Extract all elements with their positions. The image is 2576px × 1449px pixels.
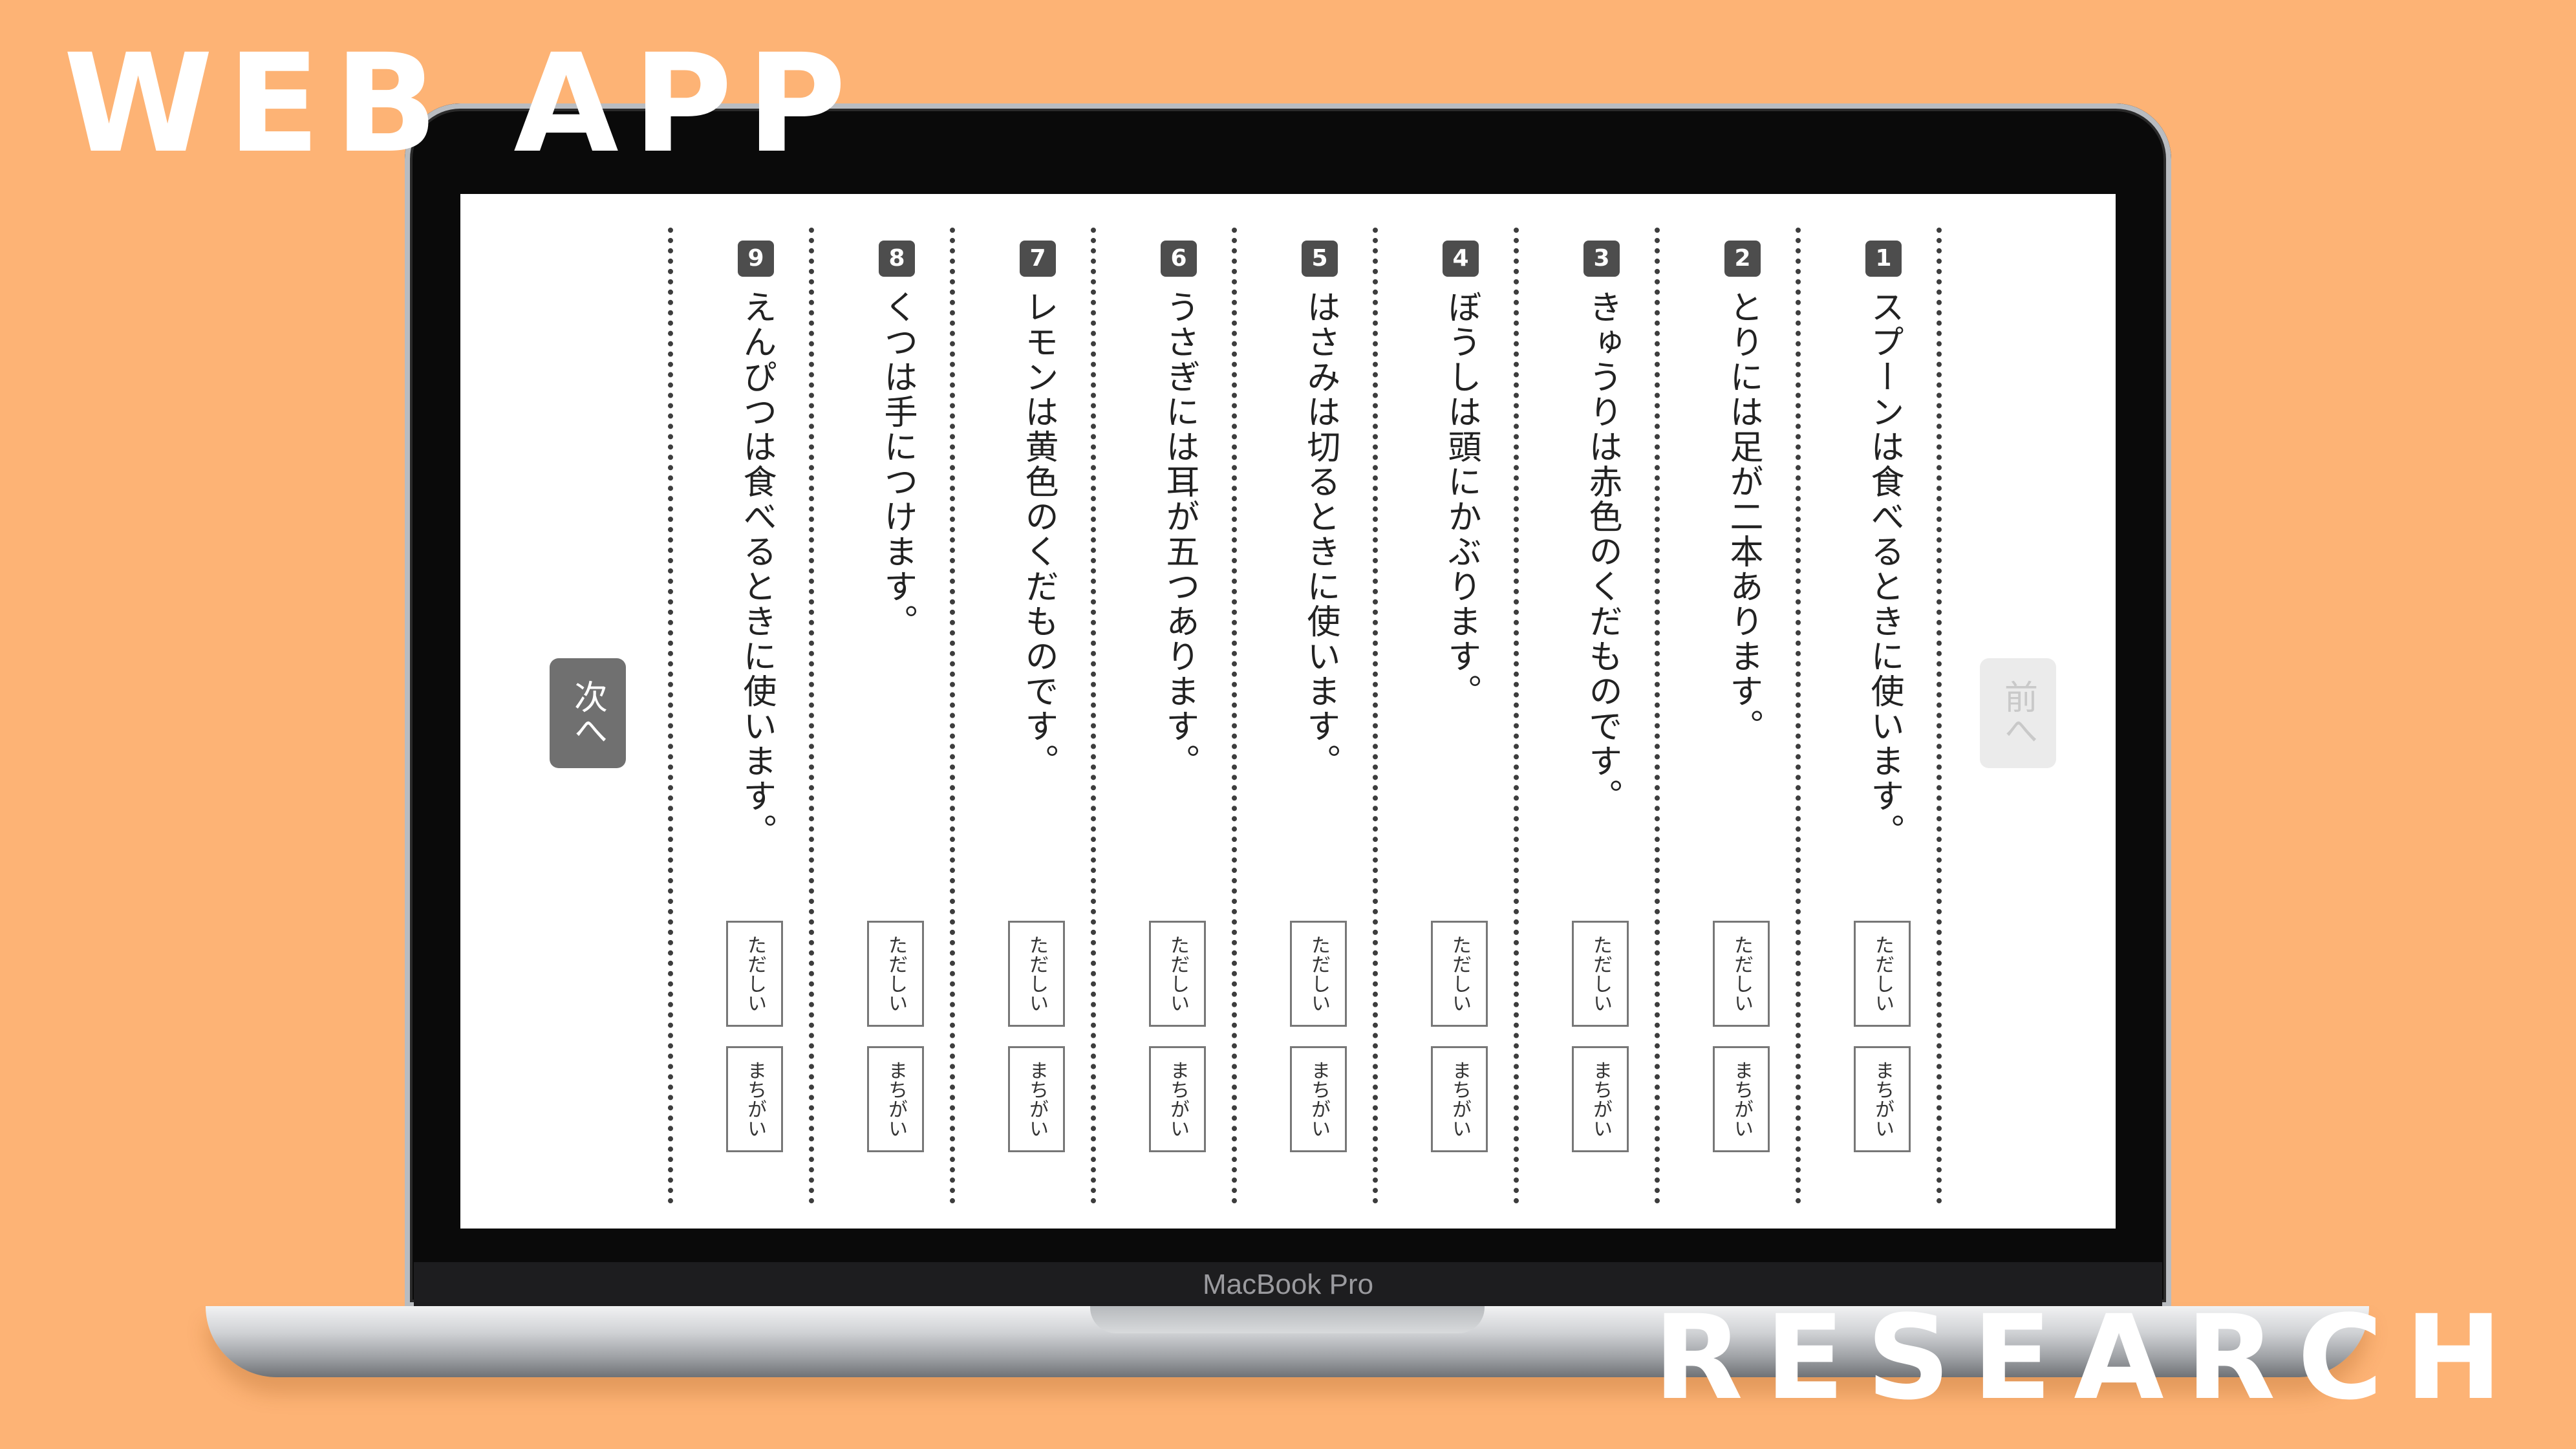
wrong-answer-button[interactable]: まちがい [1431,1046,1488,1152]
question-text: ぼうしは頭にかぶります。 [1442,290,1481,709]
question-number-badge: 5 [1302,241,1338,277]
quiz-screen: 次へ 前へ 1 スプーンは食べるときに使います。 ただしい まちがい 2 とりに… [460,194,2116,1229]
question-text: えんぴつは食べるときに使います。 [737,290,776,848]
dotted-divider [1373,228,1378,1204]
dotted-divider [1091,228,1096,1204]
question-number-badge: 2 [1724,241,1761,277]
dotted-divider [1937,228,1942,1204]
question-number-badge: 1 [1865,241,1902,277]
question-item: 7 レモンは黄色のくだものです。 ただしい まちがい [986,241,1089,1210]
question-text: くつは手につけます。 [878,290,917,639]
question-item: 9 えんぴつは食べるときに使います。 ただしい まちがい [704,241,808,1210]
question-text: はさみは切るときに使います。 [1301,290,1340,778]
question-number-badge: 6 [1161,241,1197,277]
wrong-answer-button[interactable]: まちがい [1572,1046,1629,1152]
question-text: うさぎには耳が五つあります。 [1160,290,1199,778]
question-text: きゅうりは赤色のくだものです。 [1583,290,1622,813]
correct-answer-button[interactable]: ただしい [1008,921,1065,1027]
question-number-badge: 3 [1583,241,1620,277]
correct-answer-button[interactable]: ただしい [1431,921,1488,1027]
question-text: レモンは黄色のくだものです。 [1019,290,1058,778]
correct-answer-button[interactable]: ただしい [1713,921,1770,1027]
question-number-badge: 8 [879,241,915,277]
correct-answer-button[interactable]: ただしい [1572,921,1629,1027]
dotted-divider [668,228,673,1204]
wrong-answer-button[interactable]: まちがい [1290,1046,1347,1152]
question-item: 2 とりには足が二本あります。 ただしい まちがい [1691,241,1794,1210]
dotted-divider [1232,228,1237,1204]
correct-answer-button[interactable]: ただしい [1290,921,1347,1027]
question-item: 4 ぼうしは頭にかぶります。 ただしい まちがい [1409,241,1512,1210]
banner-title-bottom: RESEARCH [1653,1291,2524,1426]
question-item: 3 きゅうりは赤色のくだものです。 ただしい まちがい [1550,241,1653,1210]
correct-answer-button[interactable]: ただしい [1149,921,1206,1027]
question-text: とりには足が二本あります。 [1724,290,1763,744]
wrong-answer-button[interactable]: まちがい [867,1046,924,1152]
question-text: スプーンは食べるときに使います。 [1865,290,1904,848]
correct-answer-button[interactable]: ただしい [867,921,924,1027]
correct-answer-button[interactable]: ただしい [726,921,783,1027]
dotted-divider [950,228,955,1204]
wrong-answer-button[interactable]: まちがい [1713,1046,1770,1152]
prev-button[interactable]: 前へ [1980,658,2056,768]
question-item: 1 スプーンは食べるときに使います。 ただしい まちがい [1832,241,1935,1210]
question-number-badge: 7 [1020,241,1056,277]
question-number-badge: 4 [1443,241,1479,277]
correct-answer-button[interactable]: ただしい [1854,921,1911,1027]
wrong-answer-button[interactable]: まちがい [1854,1046,1911,1152]
question-item: 5 はさみは切るときに使います。 ただしい まちがい [1268,241,1371,1210]
question-item: 8 くつは手につけます。 ただしい まちがい [845,241,949,1210]
laptop-hinge-notch [1090,1306,1485,1333]
question-item: 6 うさぎには耳が五つあります。 ただしい まちがい [1127,241,1230,1210]
dotted-divider [1655,228,1660,1204]
wrong-answer-button[interactable]: まちがい [1149,1046,1206,1152]
wrong-answer-button[interactable]: まちがい [1008,1046,1065,1152]
question-number-badge: 9 [738,241,774,277]
dotted-divider [1796,228,1801,1204]
banner-title-top: WEB APP [63,25,861,183]
dotted-divider [1514,228,1519,1204]
wrong-answer-button[interactable]: まちがい [726,1046,783,1152]
next-button[interactable]: 次へ [550,658,626,768]
dotted-divider [809,228,814,1204]
